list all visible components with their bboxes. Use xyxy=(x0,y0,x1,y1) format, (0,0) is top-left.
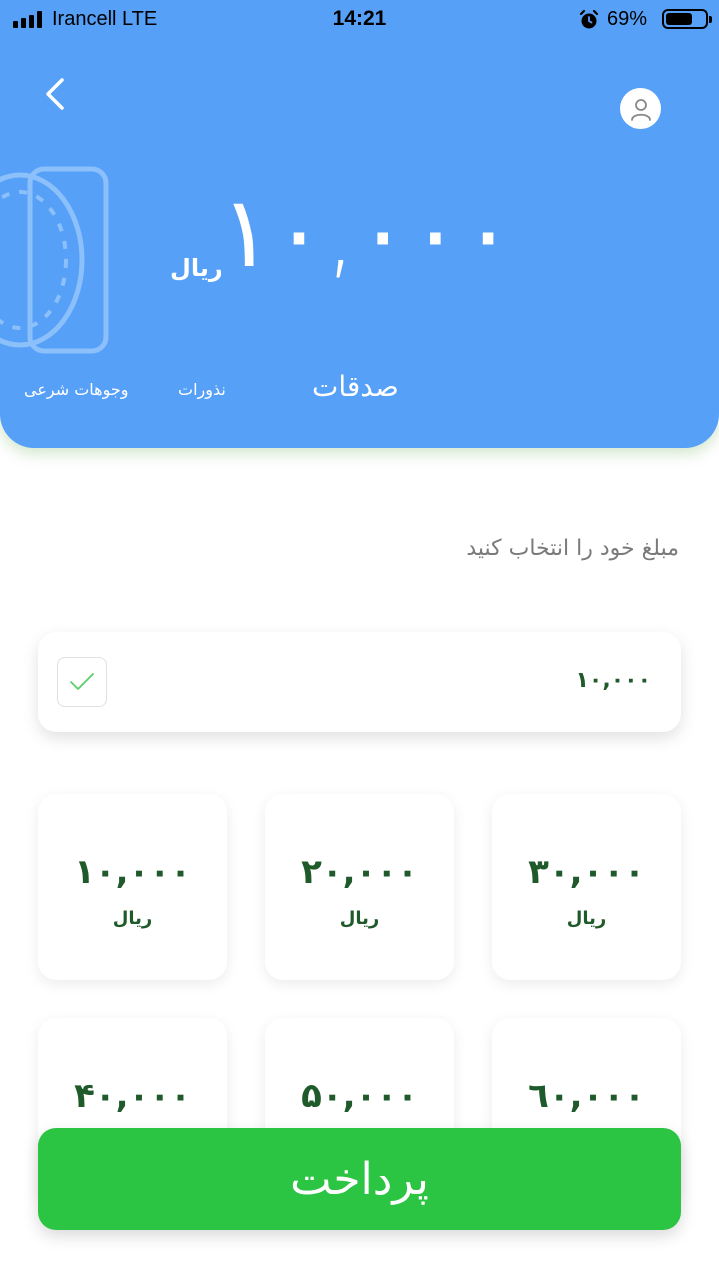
profile-button[interactable] xyxy=(620,88,661,129)
status-bar: Irancell LTE 14:21 69% xyxy=(0,0,719,40)
header-panel: Irancell LTE 14:21 69% ریال ١٠,٠٠٠ صدقات… xyxy=(0,0,719,448)
amount-display: ریال ١٠,٠٠٠ xyxy=(170,176,510,306)
amount-card-unit: ریال xyxy=(339,908,380,929)
amount-card-value: ١٠,٠٠٠ xyxy=(74,852,191,892)
amount-card-value: ۵٠,٠٠٠ xyxy=(301,1076,418,1116)
amount-card-value: ٣٠,٠٠٠ xyxy=(528,852,645,892)
amount-card-value: ٢٠,٠٠٠ xyxy=(301,852,418,892)
amount-card-value: ٦٠,٠٠٠ xyxy=(528,1076,645,1116)
amount-card-unit: ریال xyxy=(112,908,153,929)
selected-amount-field[interactable]: ١٠,٠٠٠ xyxy=(38,632,681,732)
amount-card-unit: ریال xyxy=(566,908,607,929)
pay-button[interactable]: پرداخت xyxy=(38,1128,681,1230)
select-amount-label: مبلغ خود را انتخاب کنید xyxy=(466,536,679,561)
amount-card-10000[interactable]: ١٠,٠٠٠ ریال xyxy=(38,794,227,980)
amount-card-20000[interactable]: ٢٠,٠٠٠ ریال xyxy=(265,794,454,980)
amount-unit: ریال xyxy=(170,254,223,282)
amount-value: ١٠,٠٠٠ xyxy=(220,176,515,290)
tab-nozurat[interactable]: نذورات xyxy=(178,380,226,399)
check-icon xyxy=(70,673,94,690)
confirm-checkbox[interactable] xyxy=(57,657,107,707)
battery-percent: 69% xyxy=(607,8,648,30)
amount-card-30000[interactable]: ٣٠,٠٠٠ ریال xyxy=(492,794,681,980)
tab-vojuhat-sharei[interactable]: وجوهات شرعی xyxy=(24,380,128,399)
amount-card-value: ۴٠,٠٠٠ xyxy=(74,1076,191,1116)
battery-fill xyxy=(666,13,693,25)
battery-icon xyxy=(662,9,712,29)
selected-amount-value: ١٠,٠٠٠ xyxy=(575,668,652,693)
tab-sadaqat[interactable]: صدقات xyxy=(312,370,399,403)
coin-icon xyxy=(0,166,109,354)
back-chevron-icon[interactable] xyxy=(36,74,76,114)
alarm-icon xyxy=(579,9,599,29)
user-icon xyxy=(630,98,651,121)
